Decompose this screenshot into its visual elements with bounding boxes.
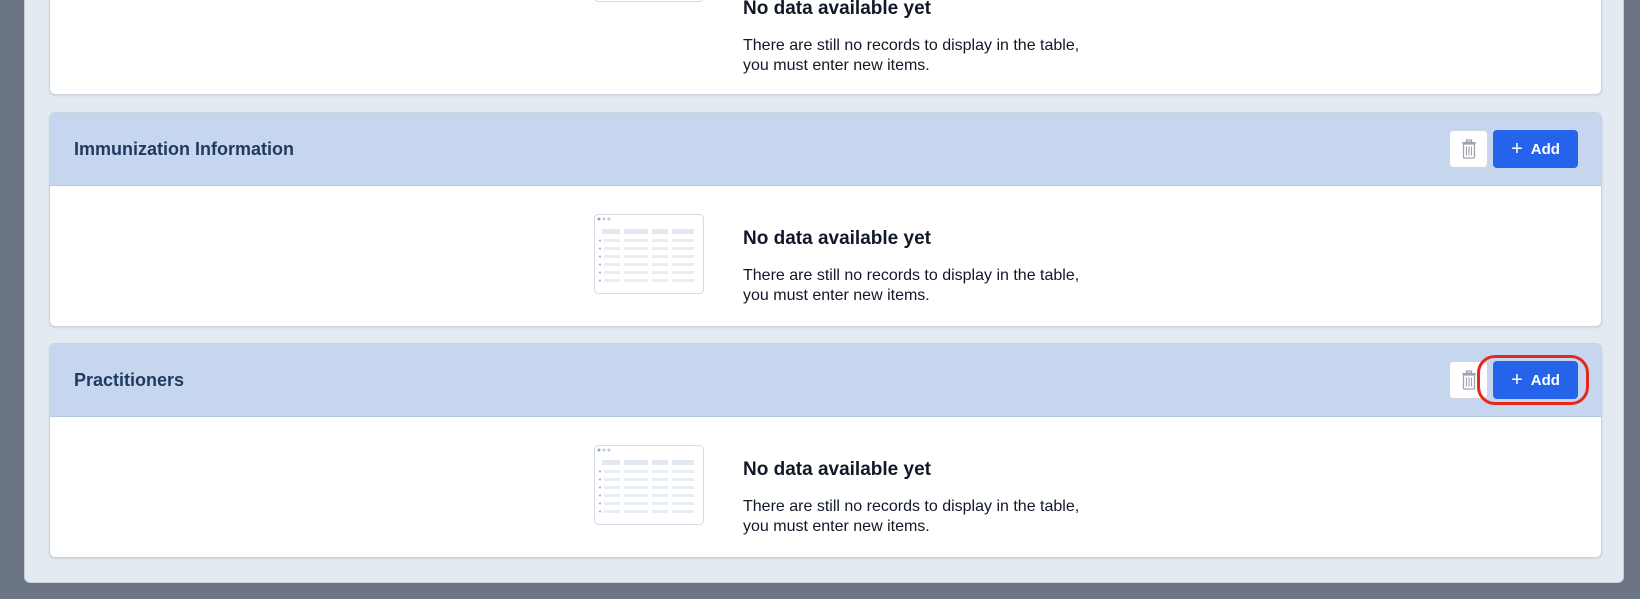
- empty-table-icon: [594, 445, 704, 525]
- section-card-practitioners: Practitioners + Add No data available ye…: [49, 343, 1602, 558]
- empty-state: No data available yet There are still no…: [50, 0, 1601, 94]
- section-header: Practitioners + Add: [50, 344, 1601, 417]
- empty-message: No data available yet There are still no…: [743, 228, 1083, 306]
- trash-icon: [1461, 370, 1476, 390]
- empty-title: No data available yet: [743, 0, 931, 19]
- trash-icon: [1461, 139, 1476, 159]
- delete-button[interactable]: [1449, 361, 1488, 399]
- empty-state: No data available yet There are still no…: [50, 186, 1601, 326]
- add-button[interactable]: + Add: [1493, 361, 1578, 399]
- section-title: Practitioners: [74, 369, 185, 390]
- empty-message: No data available yet There are still no…: [743, 459, 1083, 537]
- plus-icon: +: [1511, 138, 1523, 160]
- empty-state: No data available yet There are still no…: [50, 417, 1601, 557]
- empty-table-icon: [594, 0, 704, 2]
- section-card-previous: No data available yet There are still no…: [49, 0, 1602, 95]
- empty-table-icon: [594, 214, 704, 294]
- empty-description: There are still no records to display in…: [743, 37, 1080, 74]
- add-button[interactable]: + Add: [1493, 130, 1578, 168]
- empty-description: There are still no records to display in…: [743, 267, 1080, 304]
- section-title: Immunization Information: [74, 138, 294, 159]
- empty-title: No data available yet: [743, 228, 931, 249]
- section-card-immunization: Immunization Information + Add No data a…: [49, 112, 1602, 327]
- empty-title: No data available yet: [743, 459, 931, 480]
- section-header: Immunization Information + Add: [50, 113, 1601, 186]
- add-label: Add: [1530, 371, 1560, 389]
- plus-icon: +: [1511, 369, 1523, 391]
- add-label: Add: [1530, 140, 1560, 158]
- empty-message: No data available yet There are still no…: [743, 0, 1083, 76]
- section-actions: + Add: [1449, 361, 1578, 399]
- section-actions: + Add: [1449, 130, 1578, 168]
- delete-button[interactable]: [1449, 130, 1488, 168]
- empty-description: There are still no records to display in…: [743, 498, 1080, 535]
